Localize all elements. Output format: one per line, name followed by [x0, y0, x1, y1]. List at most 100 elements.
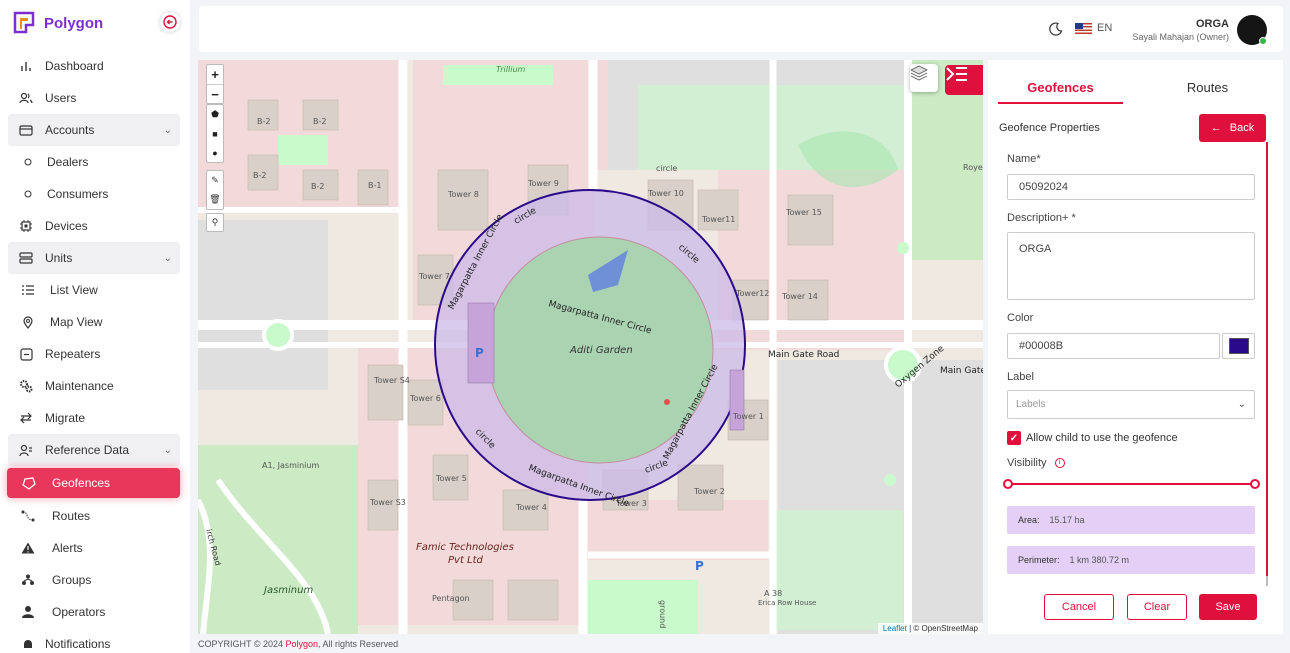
draw-circle-icon[interactable]: ●: [207, 143, 223, 162]
users-icon: [18, 90, 34, 106]
language-selector[interactable]: EN: [1075, 22, 1112, 34]
alert-icon: [20, 540, 36, 556]
sidebar-item-migrate[interactable]: Migrate: [0, 402, 190, 434]
sidebar-item-label: Repeaters: [45, 347, 101, 361]
description-field[interactable]: ORGA: [1007, 232, 1255, 300]
visibility-slider-max-handle[interactable]: [1250, 479, 1260, 489]
clear-button[interactable]: Clear: [1127, 594, 1187, 620]
visibility-row: Visibility i: [1007, 457, 1065, 469]
sidebar-item-label: Map View: [50, 315, 103, 329]
edit-layers-icon[interactable]: ✎: [207, 171, 223, 190]
layers-icon[interactable]: [910, 64, 938, 92]
sidebar-item-consumers[interactable]: Consumers: [0, 178, 190, 210]
panel-tabs: Geofences Routes: [998, 72, 1273, 104]
name-field[interactable]: 05092024: [1007, 174, 1255, 200]
top-header: EN ORGA Sayali Mahajan (Owner): [199, 6, 1283, 52]
tab-routes[interactable]: Routes: [1145, 72, 1270, 104]
map-label-erica: Erica Row House: [758, 599, 816, 607]
map-label-tower-8: Tower 8: [447, 190, 479, 199]
org-name: ORGA: [1196, 18, 1229, 30]
back-button[interactable]: ← Back: [1199, 114, 1266, 142]
sidebar-item-map-view[interactable]: Map View: [0, 306, 190, 338]
zoom-control: + −: [206, 64, 224, 104]
visibility-slider[interactable]: [1007, 483, 1255, 485]
sidebar-item-operators[interactable]: Operators: [0, 596, 190, 628]
map-search-icon[interactable]: ⚲: [206, 213, 224, 232]
sidebar-item-repeaters[interactable]: Repeaters: [0, 338, 190, 370]
labels-placeholder: Labels: [1016, 399, 1046, 410]
map-label-b1: B-1: [368, 181, 381, 190]
map-label-tower-s3: Tower S3: [369, 498, 406, 507]
draw-polygon-icon[interactable]: ⬟: [207, 105, 223, 124]
map-label-famic-1: Famic Technologies: [416, 542, 514, 553]
scrollbar[interactable]: [1266, 142, 1268, 582]
sidebar-item-dealers[interactable]: Dealers: [0, 146, 190, 178]
sidebar-item-groups[interactable]: Groups: [0, 564, 190, 596]
sidebar-group-reference-data[interactable]: Reference Data ⌄: [8, 434, 180, 466]
sidebar-item-geofences[interactable]: Geofences: [7, 468, 180, 498]
sidebar-item-dashboard[interactable]: Dashboard: [0, 50, 190, 82]
draw-rectangle-icon[interactable]: ■: [207, 124, 223, 143]
map-label-tower-6: Tower 6: [409, 394, 441, 403]
org-info[interactable]: ORGA Sayali Mahajan (Owner): [1132, 18, 1229, 42]
zoom-in-button[interactable]: +: [207, 65, 223, 84]
map-attribution: Leaflet | © OpenStreetMap: [877, 623, 983, 634]
map-tiles[interactable]: P P Trillium B-2 B-2 B-2 B-2 B-1 Tower 8…: [198, 60, 983, 634]
sidebar-item-label: Devices: [45, 219, 88, 233]
visibility-slider-min-handle[interactable]: [1003, 479, 1013, 489]
scrollbar-track: [1266, 576, 1268, 586]
sidebar-item-users[interactable]: Users: [0, 82, 190, 114]
map-label-b2: B-2: [313, 117, 326, 126]
map-label-tower-15: Tower 15: [785, 208, 822, 217]
sidebar-group-units[interactable]: Units ⌄: [8, 242, 180, 274]
sidebar-nav: Dashboard Users Accounts ⌄ Dealers Consu…: [0, 50, 190, 653]
edit-toolbar: ✎ 🗑: [206, 170, 224, 210]
tab-geofences[interactable]: Geofences: [998, 72, 1123, 104]
map-label-tower-5: Tower 5: [435, 474, 467, 483]
map-pin-icon: [20, 314, 36, 330]
color-field[interactable]: #00008B: [1007, 333, 1220, 359]
map-label-trillium: Trillium: [496, 65, 526, 74]
color-label: Color: [1007, 312, 1034, 324]
info-icon[interactable]: i: [1054, 458, 1065, 469]
area-metric: Area: 15.17 ha: [1007, 506, 1255, 534]
sidebar-item-label: Geofences: [52, 476, 111, 490]
map-view[interactable]: P P Trillium B-2 B-2 B-2 B-2 B-1 Tower 8…: [198, 60, 983, 634]
delete-layers-icon[interactable]: 🗑: [207, 190, 223, 209]
arrow-left-circle-icon: [163, 15, 177, 29]
allow-child-label: Allow child to use the geofence: [1026, 432, 1178, 444]
geofence-icon: [21, 475, 37, 491]
sidebar-item-label: Accounts: [45, 123, 95, 137]
sidebar-item-alerts[interactable]: Alerts: [0, 532, 190, 564]
chevron-down-icon: ⌄: [163, 124, 172, 136]
sidebar-item-devices[interactable]: Devices: [0, 210, 190, 242]
footer-brand[interactable]: Polygon: [286, 639, 319, 649]
sidebar-item-list-view[interactable]: List View: [0, 274, 190, 306]
copyright: COPYRIGHT © 2024: [198, 639, 283, 649]
panel-title: Geofence Properties: [999, 122, 1100, 134]
cancel-button[interactable]: Cancel: [1044, 594, 1114, 620]
toggle-panel-button[interactable]: [945, 65, 983, 95]
logo[interactable]: Polygon: [12, 10, 103, 36]
map-label-jasminum: Jasminum: [262, 585, 313, 596]
sidebar-item-label: Maintenance: [45, 379, 114, 393]
sidebar-item-label: Groups: [52, 573, 92, 587]
map-label-tower-12: Tower12: [735, 289, 769, 298]
allow-child-checkbox[interactable]: ✓: [1007, 431, 1021, 445]
map-label-tower-s4: Tower S4: [373, 376, 410, 385]
parking-marker: P: [475, 346, 484, 360]
collapse-sidebar-button[interactable]: [160, 12, 180, 32]
operators-icon: [20, 604, 36, 620]
leaflet-link[interactable]: Leaflet: [883, 624, 907, 633]
dark-mode-toggle-icon[interactable]: [1049, 22, 1063, 41]
labels-select[interactable]: Labels ⌄: [1007, 390, 1255, 419]
sidebar-item-maintenance[interactable]: Maintenance: [0, 370, 190, 402]
zoom-out-button[interactable]: −: [207, 84, 223, 103]
sidebar-group-accounts[interactable]: Accounts ⌄: [8, 114, 180, 146]
color-picker-button[interactable]: [1222, 333, 1255, 359]
sidebar-item-label: Operators: [52, 605, 106, 619]
perimeter-key: Perimeter:: [1018, 555, 1060, 565]
save-button[interactable]: Save: [1199, 594, 1257, 620]
sidebar-item-routes[interactable]: Routes: [0, 500, 190, 532]
sidebar-item-notifications[interactable]: Notifications: [0, 628, 190, 653]
